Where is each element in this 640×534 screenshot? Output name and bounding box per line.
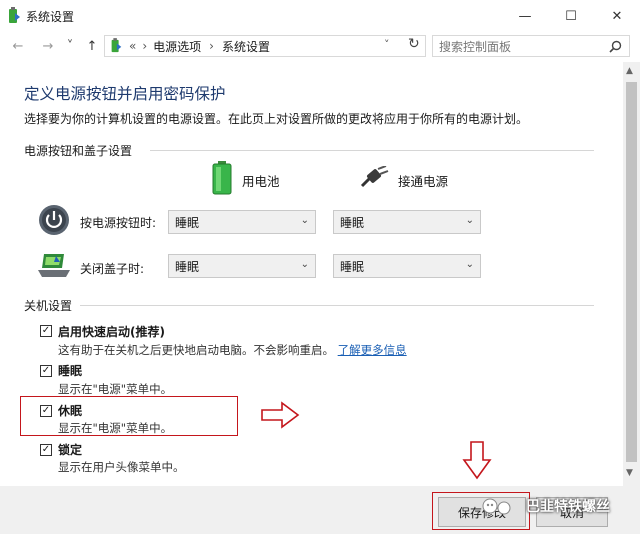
check-icon: ✓ <box>41 405 51 416</box>
address-dropdown-button[interactable]: ˅ <box>384 38 390 51</box>
check-icon: ✓ <box>41 325 51 336</box>
column-battery: 用电池 <box>242 174 280 189</box>
fast-startup-checkbox[interactable]: ✓ <box>40 325 52 337</box>
lock-description: 显示在用户头像菜单中。 <box>58 460 185 474</box>
search-input[interactable]: 搜索控制面板 <box>432 35 630 57</box>
column-plugged-in: 接通电源 <box>398 174 449 189</box>
hibernate-checkbox[interactable]: ✓ <box>40 405 52 417</box>
power-button-plugged-select[interactable]: 睡眠 ⌄ <box>333 210 481 234</box>
close-button[interactable]: ✕ <box>594 0 640 32</box>
scroll-down-icon[interactable]: ▼ <box>626 468 633 478</box>
up-arrow-icon: ↑ <box>86 38 98 54</box>
learn-more-link[interactable]: 了解更多信息 <box>338 343 407 357</box>
control-panel-icon <box>111 38 122 53</box>
back-arrow-icon: ← <box>12 38 24 54</box>
maximize-button[interactable]: ☐ <box>548 0 594 32</box>
overflow-icon[interactable]: « <box>129 39 136 53</box>
fast-startup-desc-text: 这有助于在关机之后更快地启动电脑。不会影响重启。 <box>58 343 334 357</box>
refresh-icon: ↻ <box>408 36 420 52</box>
chevron-down-icon: ˅ <box>384 38 390 51</box>
laptop-lid-icon <box>38 254 70 277</box>
window-title: 系统设置 <box>26 10 75 24</box>
breadcrumb-separator: › <box>142 39 148 53</box>
section-title-power: 电源按钮和盖子设置 <box>24 144 133 158</box>
down-arrow-icon <box>462 441 492 480</box>
scrollbar-thumb[interactable] <box>626 82 637 462</box>
page-description: 选择要为你的计算机设置的电源设置。在此页上对设置所做的更改将应用于你所有的电源计… <box>24 112 529 126</box>
wechat-icon <box>482 498 511 515</box>
select-value: 睡眠 <box>175 215 200 230</box>
recent-locations-button[interactable]: ˅ <box>60 36 80 56</box>
search-placeholder: 搜索控制面板 <box>439 39 512 54</box>
section-title-shutdown: 关机设置 <box>24 299 73 313</box>
select-value: 睡眠 <box>175 259 200 274</box>
hibernate-description: 显示在"电源"菜单中。 <box>58 421 173 435</box>
watermark: 巴韭特铁螺丝 <box>480 496 610 516</box>
back-button[interactable]: ← <box>8 36 28 56</box>
battery-icon <box>212 161 232 195</box>
address-bar[interactable]: « › 电源选项 › 系统设置 <box>104 35 426 57</box>
power-button-label: 按电源按钮时: <box>80 216 157 230</box>
sleep-label: 睡眠 <box>58 364 83 378</box>
minimize-button[interactable]: — <box>502 0 548 32</box>
refresh-button[interactable]: ↻ <box>408 36 420 52</box>
minimize-icon: — <box>518 8 532 24</box>
chevron-down-icon: ˅ <box>66 38 74 54</box>
right-arrow-icon <box>261 401 300 429</box>
scroll-up-icon[interactable]: ▲ <box>626 66 633 76</box>
sleep-checkbox[interactable]: ✓ <box>40 365 52 377</box>
breadcrumb-system-settings[interactable]: 系统设置 <box>222 38 270 55</box>
fast-startup-label: 启用快速启动(推荐) <box>58 325 165 339</box>
chevron-down-icon: ⌄ <box>300 215 309 226</box>
power-button-icon <box>39 205 69 235</box>
close-icon: ✕ <box>611 8 623 24</box>
breadcrumb-power-options[interactable]: 电源选项 <box>153 38 201 55</box>
select-value: 睡眠 <box>340 259 365 274</box>
search-icon <box>609 40 622 53</box>
forward-arrow-icon: → <box>42 38 54 54</box>
control-panel-icon <box>9 7 20 23</box>
power-plug-icon <box>360 166 389 188</box>
fast-startup-description: 这有助于在关机之后更快地启动电脑。不会影响重启。 了解更多信息 <box>58 342 407 358</box>
select-value: 睡眠 <box>340 215 365 230</box>
section-divider <box>80 305 594 306</box>
lock-label: 锁定 <box>58 443 83 457</box>
section-divider <box>150 150 594 151</box>
title-bar: 系统设置 — ☐ ✕ <box>0 0 640 32</box>
chevron-down-icon: ⌄ <box>465 215 474 226</box>
check-icon: ✓ <box>41 444 51 455</box>
chevron-down-icon: ⌄ <box>465 259 474 270</box>
up-button[interactable]: ↑ <box>82 36 102 56</box>
close-lid-label: 关闭盖子时: <box>80 262 145 276</box>
close-lid-plugged-select[interactable]: 睡眠 ⌄ <box>333 254 481 278</box>
hibernate-label: 休眠 <box>58 404 83 418</box>
close-lid-battery-select[interactable]: 睡眠 ⌄ <box>168 254 316 278</box>
page-title: 定义电源按钮并启用密码保护 <box>24 85 226 103</box>
sleep-description: 显示在"电源"菜单中。 <box>58 382 173 396</box>
forward-button[interactable]: → <box>38 36 58 56</box>
lock-checkbox[interactable]: ✓ <box>40 444 52 456</box>
chevron-down-icon: ⌄ <box>300 259 309 270</box>
breadcrumb-separator: › <box>209 39 214 53</box>
maximize-icon: ☐ <box>565 8 577 24</box>
watermark-text: 巴韭特铁螺丝 <box>526 499 610 515</box>
check-icon: ✓ <box>41 365 51 376</box>
power-button-battery-select[interactable]: 睡眠 ⌄ <box>168 210 316 234</box>
